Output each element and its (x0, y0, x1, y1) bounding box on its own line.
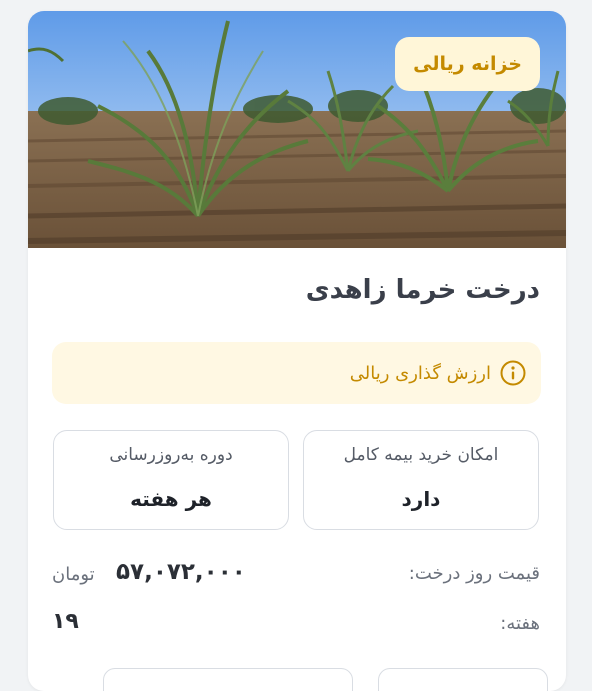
product-card[interactable]: خزانه ریالی درخت خرما زاهدی ارزش گذاری ر… (28, 11, 566, 691)
price-unit: تومان (52, 564, 95, 585)
update-period-box: دوره به‌روزرسانی هر هفته (53, 430, 289, 530)
insurance-value: دارد (401, 487, 441, 511)
secondary-action-button[interactable] (103, 668, 353, 691)
notice-text: ارزش گذاری ریالی (349, 362, 491, 384)
update-period-value: هر هفته (130, 487, 212, 511)
price-value: ۵۷,۰۷۲,۰۰۰ (116, 559, 246, 585)
treasury-badge: خزانه ریالی (395, 37, 540, 91)
insurance-label: امکان خرید بیمه کامل (343, 445, 499, 465)
week-label: هفته: (500, 613, 540, 634)
valuation-notice: ارزش گذاری ریالی (52, 342, 541, 404)
product-title: درخت خرما زاهدی (305, 275, 540, 305)
week-value: ۱۹ (52, 609, 79, 634)
primary-action-button[interactable] (378, 668, 548, 691)
price-label: قیمت روز درخت: (408, 563, 540, 584)
info-circle-icon (499, 359, 527, 387)
hero-image: خزانه ریالی (28, 11, 566, 248)
insurance-box: امکان خرید بیمه کامل دارد (303, 430, 539, 530)
update-period-label: دوره به‌روزرسانی (109, 445, 233, 465)
